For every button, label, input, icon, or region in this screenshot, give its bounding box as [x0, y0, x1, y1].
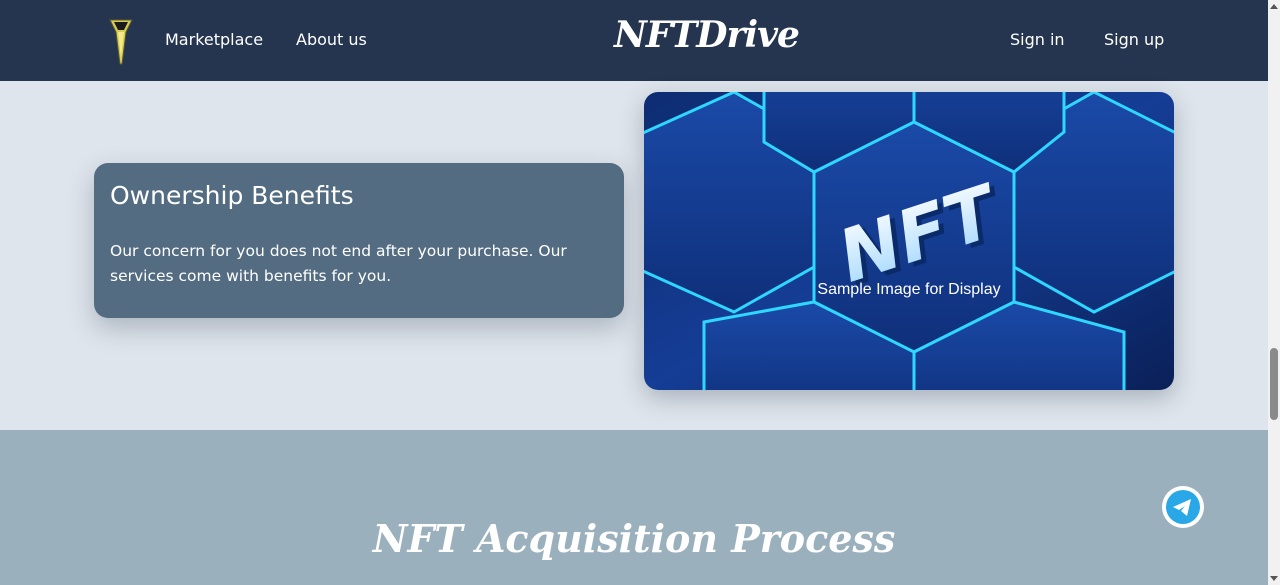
- sign-in-link[interactable]: Sign in: [1010, 30, 1065, 49]
- brand-title[interactable]: NFTDrive: [614, 14, 800, 56]
- scroll-down-arrow-icon[interactable]: [1270, 576, 1278, 581]
- vertical-scrollbar[interactable]: [1268, 0, 1280, 585]
- ownership-section: Ownership Benefits Our concern for you d…: [0, 81, 1268, 430]
- logo-icon[interactable]: [108, 18, 134, 66]
- top-navbar: Marketplace About us NFTDrive Sign in Si…: [0, 0, 1268, 81]
- page: Marketplace About us NFTDrive Sign in Si…: [0, 0, 1280, 585]
- image-caption: Sample Image for Display: [817, 281, 1001, 298]
- scroll-thumb[interactable]: [1270, 348, 1278, 420]
- benefit-title: Ownership Benefits: [110, 181, 354, 210]
- sign-up-link[interactable]: Sign up: [1104, 30, 1164, 49]
- nav-about-us[interactable]: About us: [296, 30, 367, 49]
- benefit-card: Ownership Benefits Our concern for you d…: [94, 163, 624, 318]
- acquisition-section: NFT Acquisition Process: [0, 430, 1268, 585]
- process-title: NFT Acquisition Process: [372, 516, 896, 561]
- nft-sample-image: NFT NFT Sample Image for Display: [644, 92, 1174, 390]
- scroll-up-arrow-icon[interactable]: [1270, 4, 1278, 9]
- nav-marketplace[interactable]: Marketplace: [165, 30, 263, 49]
- benefit-text: Our concern for you does not end after y…: [110, 242, 567, 285]
